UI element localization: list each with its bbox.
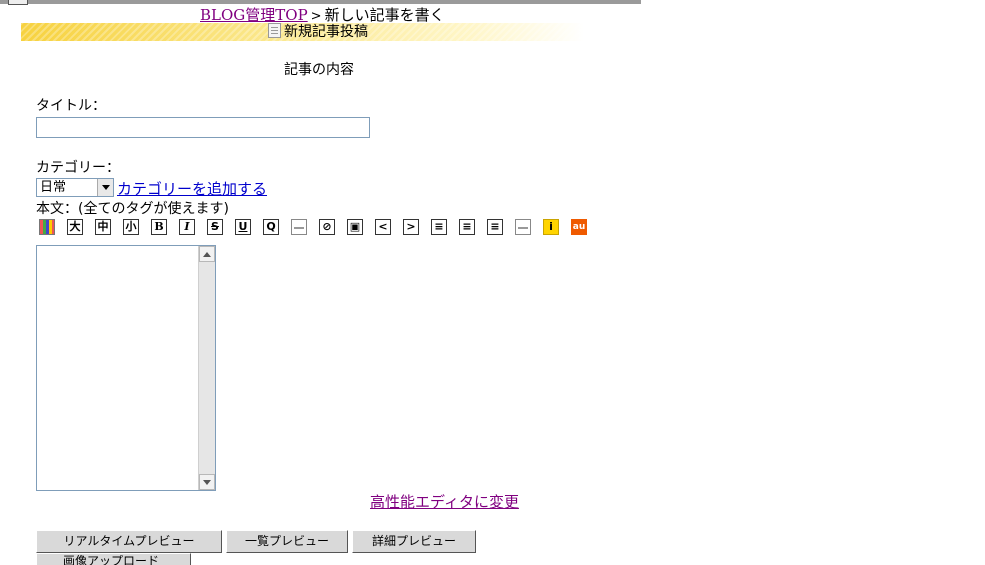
font-small-button[interactable]: 小 xyxy=(123,219,139,235)
body-label: 本文：(全てのタグが使えます) xyxy=(36,201,229,217)
header-band-text: 新規記事投稿 xyxy=(284,24,368,40)
breadcrumb-separator: > xyxy=(310,9,322,24)
advanced-editor-link[interactable]: 高性能エディタに変更 xyxy=(370,491,519,512)
realtime-preview-button[interactable]: リアルタイムプレビュー xyxy=(36,530,222,553)
list-preview-button[interactable]: 一覧プレビュー xyxy=(226,530,348,553)
align-center-button[interactable]: ≡ xyxy=(487,219,503,235)
color-palette-icon[interactable] xyxy=(39,219,55,235)
title-label: タイトル： xyxy=(36,98,106,114)
italic-icon: I xyxy=(184,220,190,233)
body-textarea[interactable] xyxy=(36,245,216,491)
italic-button[interactable]: I xyxy=(179,219,195,235)
breadcrumb-home-link[interactable]: BLOG管理TOP xyxy=(200,6,308,24)
scroll-up-icon[interactable] xyxy=(199,246,215,262)
breadcrumb: BLOG管理TOP > 新しい記事を書く xyxy=(200,4,445,25)
category-label: カテゴリー： xyxy=(36,160,120,176)
title-input[interactable] xyxy=(36,117,370,138)
detail-preview-button[interactable]: 詳細プレビュー xyxy=(352,530,476,553)
window-corner-tab xyxy=(8,0,28,5)
font-large-button[interactable]: 大 xyxy=(67,219,83,235)
breadcrumb-current: 新しい記事を書く xyxy=(324,6,445,24)
image-button[interactable]: ▣ xyxy=(347,219,363,235)
category-selected-value: 日常 xyxy=(40,180,67,195)
chevron-down-icon[interactable] xyxy=(97,179,113,196)
body-scrollbar[interactable] xyxy=(198,246,215,490)
section-title: 記事の内容 xyxy=(284,62,354,78)
underline-button[interactable]: U xyxy=(235,219,251,235)
hr-line-icon[interactable] xyxy=(515,219,531,235)
category-select[interactable]: 日常 xyxy=(36,178,114,197)
underline-icon: U xyxy=(238,220,248,233)
strikethrough-button[interactable]: S xyxy=(207,219,223,235)
font-medium-button[interactable]: 中 xyxy=(95,219,111,235)
align-left-button[interactable]: ≡ xyxy=(431,219,447,235)
bold-icon: B xyxy=(154,220,164,233)
au-emoji-button[interactable]: au xyxy=(571,219,587,235)
header-band-title: 新規記事投稿 xyxy=(268,23,368,41)
quote-button[interactable]: Q xyxy=(263,219,279,235)
scroll-down-icon[interactable] xyxy=(199,474,215,490)
arrow-left-button[interactable]: < xyxy=(375,219,391,235)
image-upload-button[interactable]: 画像アップロード xyxy=(36,553,191,565)
document-icon xyxy=(268,23,281,38)
align-right-button[interactable]: ≡ xyxy=(459,219,475,235)
link-button[interactable]: ⊘ xyxy=(319,219,335,235)
strikethrough-icon: S xyxy=(211,220,219,233)
add-category-link[interactable]: カテゴリーを追加する xyxy=(117,178,267,199)
arrow-right-button[interactable]: > xyxy=(403,219,419,235)
bold-button[interactable]: B xyxy=(151,219,167,235)
horizontal-rule-icon[interactable] xyxy=(291,219,307,235)
mobile-emoji-button[interactable]: i xyxy=(543,219,559,235)
